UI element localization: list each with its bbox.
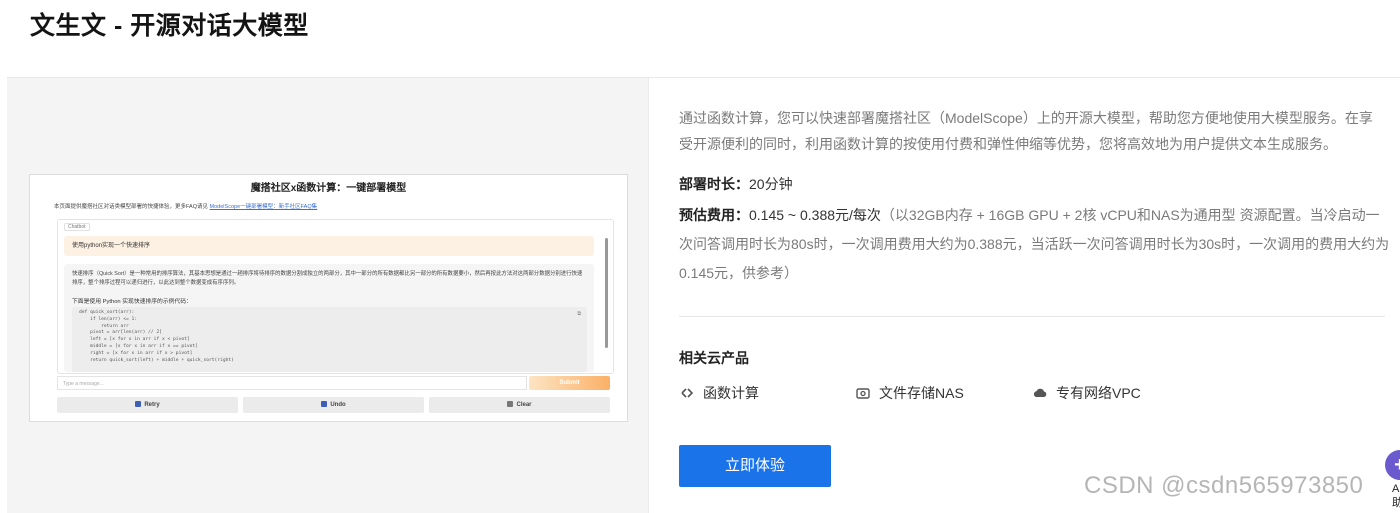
deploy-label: 部署时长： <box>679 176 749 192</box>
watermark: CSDN @csdn565973850 <box>1084 472 1364 499</box>
solution-intro: 通过函数计算，您可以快速部署魔搭社区（ModelScope）上的开源大模型，帮助… <box>679 110 1373 152</box>
product-function-compute[interactable]: 函数计算 <box>679 383 759 403</box>
estimated-cost: 预估费用：0.145 ~ 0.388元/每次（以32GB内存 + 16GB GP… <box>679 201 1391 288</box>
preview-chatbot: Chatbot 使用python实现一个快速排序 快速排序（Quick Sort… <box>57 219 614 374</box>
preview-faq-link: ModelScope一键部署模型：新手社区FAQ集 <box>209 204 318 210</box>
bot-message: 快速排序（Quick Sort）是一种常用的排序算法，其基本思想是通过一趟排序将… <box>64 264 594 372</box>
deploy-value: 20分钟 <box>749 176 793 192</box>
deploy-duration: 部署时长：20分钟 <box>679 174 793 194</box>
trash-icon <box>507 401 514 407</box>
cost-value: 0.145 ~ 0.388元/每次 <box>749 207 881 223</box>
divider <box>679 316 1385 317</box>
product-label: 函数计算 <box>703 385 759 401</box>
preview-clear-button: Clear <box>429 397 610 413</box>
cost-label: 预估费用： <box>679 207 749 223</box>
product-label: 专有网络VPC <box>1056 385 1141 401</box>
nas-storage-icon <box>856 388 870 399</box>
user-message: 使用python实现一个快速排序 <box>64 236 594 256</box>
product-label: 文件存储NAS <box>879 385 964 401</box>
code-text: def quick_sort(arr): if len(arr) <= 1: r… <box>79 310 234 363</box>
preview-message-input: Type a message... <box>57 376 527 390</box>
assistant-label: A 助 <box>1392 483 1400 509</box>
vpc-cloud-icon <box>1033 388 1047 397</box>
bot-paragraph: 快速排序（Quick Sort）是一种常用的排序算法，其基本思想是通过一趟排序将… <box>72 271 583 286</box>
undo-icon <box>321 401 328 407</box>
related-products-title: 相关云产品 <box>679 350 749 366</box>
preview-undo-button: Undo <box>243 397 424 413</box>
chat-scrollbar <box>605 238 608 348</box>
info-panel: 通过函数计算，您可以快速部署魔搭社区（ModelScope）上的开源大模型，帮助… <box>648 78 1400 513</box>
preview-title: 魔搭社区x函数计算：一键部署模型 <box>250 183 407 194</box>
solution-card: 魔搭社区x函数计算：一键部署模型 本页面提供魔搭社区对话类模型部署的快捷体验，更… <box>7 77 1400 513</box>
preview-retry-button: Retry <box>57 397 238 413</box>
try-now-button[interactable]: 立即体验 <box>679 445 831 487</box>
page-title: 文生文 - 开源对话大模型 <box>30 12 309 40</box>
preview-description: 本页面提供魔搭社区对话类模型部署的快捷体验，更多FAQ请见 ModelScope… <box>54 204 318 210</box>
chatbot-label: Chatbot <box>64 223 90 231</box>
bot-paragraph: 下面是使用 Python 实现快速排序的示例代码： <box>72 299 192 305</box>
preview-panel: 魔搭社区x函数计算：一键部署模型 本页面提供魔搭社区对话类模型部署的快捷体验，更… <box>7 78 648 513</box>
code-block: def quick_sort(arr): if len(arr) <= 1: r… <box>72 307 587 372</box>
product-nas[interactable]: 文件存储NAS <box>855 383 964 403</box>
retry-icon <box>135 401 142 407</box>
preview-screenshot: 魔搭社区x函数计算：一键部署模型 本页面提供魔搭社区对话类模型部署的快捷体验，更… <box>29 174 628 422</box>
preview-submit-button: Submit <box>529 376 610 390</box>
function-compute-icon <box>681 388 694 398</box>
product-vpc[interactable]: 专有网络VPC <box>1032 383 1141 403</box>
copy-icon: ⧉ <box>577 311 581 317</box>
